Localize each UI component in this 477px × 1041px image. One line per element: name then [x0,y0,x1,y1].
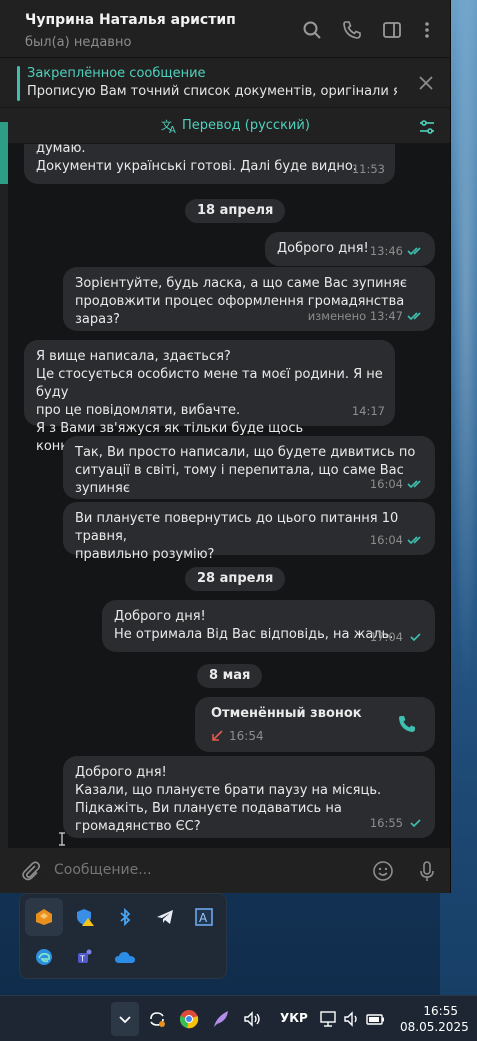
message-time: 14:17 [351,404,385,418]
defender-warning-icon[interactable] [66,898,104,936]
message-out[interactable]: Доброго дня! 13:46 [265,232,435,266]
message-time: 16:04 [369,477,403,491]
svg-text:A: A [199,911,208,925]
check-icon [410,819,421,828]
date-separator: 18 апреля [185,199,286,223]
translate-label[interactable]: Перевод (русский) [182,118,310,133]
pinned-title: Закреплённое сообщение [27,66,206,81]
volume-icon[interactable] [240,1007,264,1031]
message-time: 11:53 [351,162,385,176]
pinned-text: Прописую Вам точний список документів, о… [27,84,397,99]
pinned-message[interactable]: Закреплённое сообщение Прописую Вам точн… [0,58,450,108]
message-time: 13:46 [369,244,403,258]
text-cursor-icon [59,832,65,846]
translate-icon[interactable]: A [185,898,223,936]
composer [0,848,450,893]
sync-icon[interactable] [145,1007,169,1031]
double-check-icon [407,312,421,321]
tray-overflow-popup: A T [19,893,227,979]
search-icon[interactable] [302,20,322,40]
teams-icon[interactable]: T [66,938,104,976]
attach-icon[interactable] [20,860,42,882]
more-menu-icon[interactable] [417,20,437,40]
message-out[interactable]: Зорієнтуйте, будь ласка, а що саме Вас з… [63,267,435,331]
contact-status: был(а) недавно [25,35,132,50]
message-list[interactable]: думаю. Документи українські готові. Далі… [8,144,450,848]
date-separator: 8 мая [197,664,263,688]
translate-bar[interactable]: 文A Перевод (русский) [0,108,450,144]
bluetooth-icon[interactable] [106,898,144,936]
check-icon [410,633,421,642]
sidebar-toggle-icon[interactable] [382,20,402,40]
message-out[interactable]: Ви плануєте повернутись до цього питання… [63,502,435,562]
feather-app-icon[interactable] [209,1007,233,1031]
message-time: 16:55 [369,816,403,830]
message-in[interactable]: Я вище написала, здається? Це стосується… [24,340,395,454]
telegram-window: Чуприна Наталья аристип был(а) недавно З… [0,0,451,893]
message-time: изменено 13:47 [307,309,403,323]
windows-taskbar: УКР 16:55 08.05.2025 [0,995,477,1041]
call-message[interactable]: Отменённый звонок 16:54 [195,697,435,752]
phone-icon[interactable] [342,20,362,40]
speaker-icon[interactable] [340,1007,364,1031]
network-icon[interactable] [316,1007,340,1031]
svg-text:A: A [169,125,176,134]
call-time: 16:54 [229,729,264,743]
message-time: 16:04 [369,533,403,547]
translate-icon: 文A [161,118,176,134]
message-out[interactable]: Доброго дня! Не отримала Від Вас відпові… [102,600,435,652]
call-title: Отменённый звонок [211,706,362,721]
message-in[interactable]: думаю. Документи українські готові. Далі… [24,144,395,184]
clock-date[interactable]: 08.05.2025 [400,1020,469,1034]
pinned-accent-bar [17,66,20,101]
chrome-icon[interactable] [177,1007,201,1031]
clock-time[interactable]: 16:55 [410,1004,458,1018]
message-time: 17:04 [369,630,403,644]
date-separator: 28 апреля [185,567,286,591]
settings-sliders-icon[interactable] [418,118,436,136]
emoji-icon[interactable] [372,860,394,882]
close-icon[interactable] [417,74,435,92]
phone-icon[interactable] [397,714,417,734]
telegram-icon[interactable] [146,898,184,936]
chat-header[interactable]: Чуприна Наталья аристип был(а) недавно [0,0,450,58]
fortinet-icon[interactable] [25,898,63,936]
message-out[interactable]: Доброго дня! Казали, що плануєте брати п… [63,756,435,838]
contact-name[interactable]: Чуприна Наталья аристип [25,12,236,28]
edge-icon[interactable] [25,938,63,976]
tray-expand-button[interactable] [111,1002,139,1036]
left-accent [0,122,8,184]
onedrive-icon[interactable] [106,938,144,976]
microphone-icon[interactable] [416,860,438,882]
message-input[interactable] [54,856,354,884]
missed-call-arrow-icon [212,730,223,741]
double-check-icon [407,480,421,489]
double-check-icon [407,536,421,545]
battery-icon[interactable] [364,1007,388,1031]
chevron-up-icon [119,1016,131,1024]
double-check-icon [407,247,421,256]
svg-text:T: T [79,955,85,964]
message-out[interactable]: Так, Ви просто написали, що будете дивит… [63,436,435,499]
language-indicator[interactable]: УКР [280,1011,308,1025]
message-text: думаю. Документи українські готові. Далі… [36,144,357,174]
